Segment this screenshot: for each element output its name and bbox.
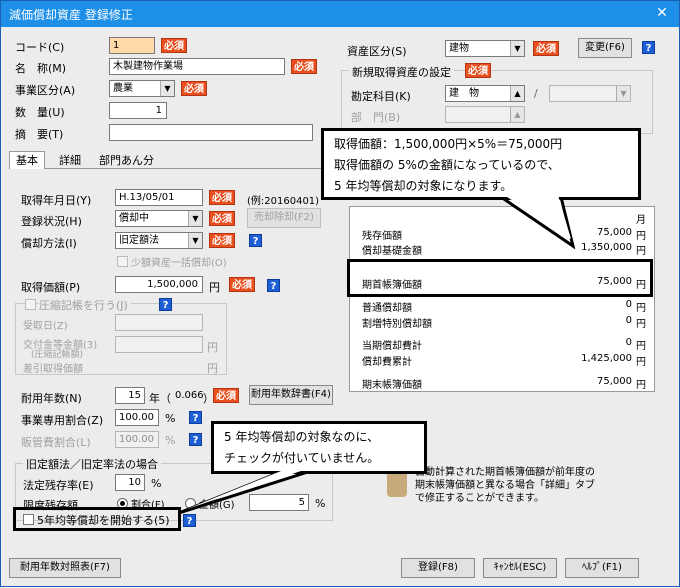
dialog-window: 減価償却資産 登録修正 ✕ コード(C) 1 必須 名 称(M) 木製建物作業場… bbox=[0, 0, 680, 587]
callout-pointer-fill bbox=[187, 195, 571, 509]
callout2-pointer-fill bbox=[187, 469, 307, 509]
callout1-pointer-fill bbox=[504, 195, 571, 239]
